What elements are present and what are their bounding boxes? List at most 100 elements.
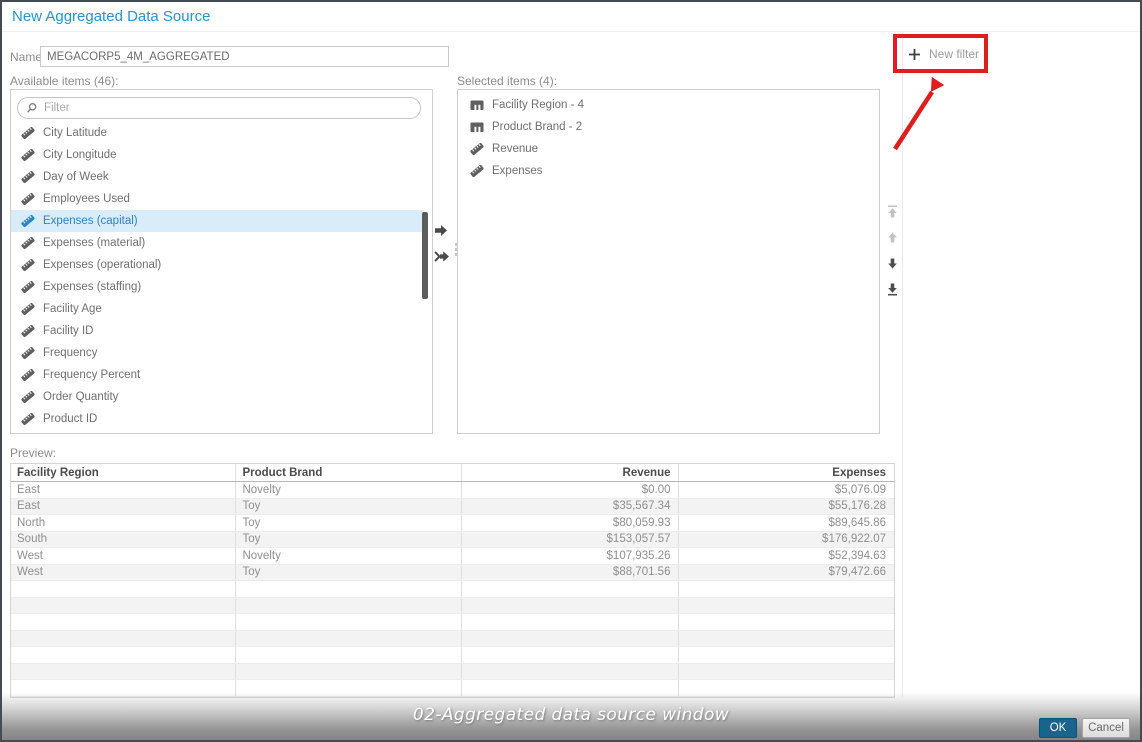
table-cell	[11, 614, 237, 630]
table-cell: Novelty	[236, 548, 462, 564]
table-cell	[679, 598, 894, 614]
table-cell: West	[11, 548, 237, 564]
available-item[interactable]: Frequency Percent	[11, 364, 423, 386]
new-aggregated-data-source-dialog: New Aggregated Data Source Name: Availab…	[0, 0, 1142, 742]
available-list-scrollbar-thumb[interactable]	[422, 212, 428, 299]
annotation-highlight-rectangle	[893, 34, 988, 73]
table-cell	[462, 597, 680, 613]
available-item-label: City Longitude	[43, 149, 117, 161]
table-cell: $79,472.66	[828, 566, 886, 579]
available-items-panel: City Latitude City Longitude Day of Week Em…	[10, 89, 433, 434]
available-item-label: City Latitude	[43, 127, 107, 139]
selected-item-label: Revenue	[492, 143, 539, 155]
measure-icon	[21, 192, 35, 206]
available-item-label: Facility Age	[43, 303, 102, 315]
title-divider	[2, 31, 1140, 32]
table-cell	[462, 663, 680, 679]
available-item[interactable]: Day of Week	[11, 166, 423, 188]
measure-icon	[21, 236, 35, 250]
available-item[interactable]: Facility ID	[11, 320, 423, 342]
available-item-label: Day of Week	[43, 171, 109, 183]
available-item-label: Frequency Percent	[43, 369, 141, 381]
table-row: North Toy $80,059.93 $89,645.86	[11, 515, 894, 532]
table-cell	[236, 581, 462, 597]
table-row	[11, 581, 894, 598]
move-all-right-button[interactable]	[434, 250, 450, 263]
available-item[interactable]: City Latitude	[11, 122, 423, 144]
move-to-bottom-button[interactable]	[886, 283, 899, 296]
available-item-label: Order Quantity	[43, 391, 119, 403]
table-cell	[679, 631, 894, 647]
table-cell: $5,076.09	[834, 483, 886, 496]
preview-table: Facility Region Product Brand Revenue Expen…	[10, 463, 895, 698]
measure-icon	[21, 390, 35, 404]
arrow-to-bottom-icon	[886, 283, 899, 296]
available-item[interactable]: Facility Age	[11, 298, 423, 320]
category-icon	[470, 120, 484, 134]
measure-icon	[470, 142, 484, 156]
table-cell	[462, 581, 680, 597]
arrow-to-top-icon	[886, 205, 899, 218]
available-item[interactable]: Expenses (staffing)	[11, 276, 423, 298]
table-cell	[462, 647, 680, 663]
selected-item-label: Facility Region - 4	[492, 99, 585, 111]
selected-items-label: Selected items (4):	[457, 74, 558, 88]
move-up-button[interactable]	[886, 231, 899, 244]
name-input[interactable]	[40, 46, 449, 67]
available-item-label: Frequency	[43, 347, 98, 359]
table-row	[11, 663, 894, 680]
selected-item[interactable]: Expenses	[458, 160, 878, 182]
search-icon	[26, 102, 38, 114]
selected-item[interactable]: Product Brand - 2	[458, 116, 878, 138]
caption-text: 02-Aggregated data source window	[412, 705, 730, 725]
table-cell	[11, 630, 237, 646]
table-cell	[11, 663, 237, 679]
available-item[interactable]: Employees Used	[11, 188, 423, 210]
table-cell: Toy	[236, 498, 462, 514]
available-item[interactable]: Product ID	[11, 408, 423, 430]
annotation-arrow	[893, 76, 945, 151]
reorder-buttons	[886, 205, 899, 296]
selected-item[interactable]: Revenue	[458, 138, 878, 160]
table-cell	[236, 630, 462, 646]
filter-field[interactable]	[17, 97, 421, 119]
move-right-button[interactable]	[434, 224, 450, 237]
available-item[interactable]: Expenses (material)	[11, 232, 423, 254]
available-item[interactable]: Frequency	[11, 342, 423, 364]
table-cell: West	[11, 564, 237, 580]
preview-table-body: East Novelty $0.00 $5,076.09 East Toy $35,567.…	[11, 482, 894, 697]
available-item[interactable]: Expenses (operational)	[11, 254, 423, 276]
table-cell	[462, 614, 680, 630]
preview-table-header: Facility Region Product Brand Revenue Expen…	[11, 464, 894, 482]
table-cell: $153,057.57	[462, 531, 680, 547]
table-row	[11, 647, 894, 664]
available-item-label: Expenses (staffing)	[43, 281, 142, 293]
measure-icon	[21, 148, 35, 162]
table-cell: $35,567.34	[462, 498, 680, 514]
available-item[interactable]: Expenses (capital)	[11, 210, 423, 232]
selected-item[interactable]: Facility Region - 4	[458, 94, 878, 116]
selected-items-list: Facility Region - 4 Product Brand - 2 Reve…	[458, 94, 878, 182]
transfer-buttons	[434, 224, 450, 263]
table-header-row: Facility Region Product Brand Revenue Expen…	[11, 464, 894, 482]
ok-button[interactable]: OK	[1039, 718, 1077, 738]
table-cell: $88,701.56	[462, 564, 680, 580]
move-to-top-button[interactable]	[886, 205, 899, 218]
table-cell	[679, 647, 894, 663]
cancel-button[interactable]: Cancel	[1082, 718, 1130, 738]
available-item[interactable]: Order Quantity	[11, 386, 423, 408]
table-cell	[11, 597, 237, 613]
measure-icon	[21, 170, 35, 184]
move-down-button[interactable]	[886, 257, 899, 270]
table-cell	[236, 614, 462, 630]
table-cell: North	[11, 515, 237, 531]
table-cell: $0.00	[462, 482, 680, 498]
arrow-right-icon	[434, 224, 450, 237]
selected-item-label: Product Brand - 2	[492, 121, 583, 133]
table-cell: $55,176.28	[828, 500, 886, 513]
filter-input[interactable]	[44, 102, 412, 114]
available-item-label: Expenses (material)	[43, 237, 146, 249]
table-row: South Toy $153,057.57 $176,922.07	[11, 531, 894, 548]
arrow-up-icon	[886, 231, 899, 244]
available-item[interactable]: City Longitude	[11, 144, 423, 166]
